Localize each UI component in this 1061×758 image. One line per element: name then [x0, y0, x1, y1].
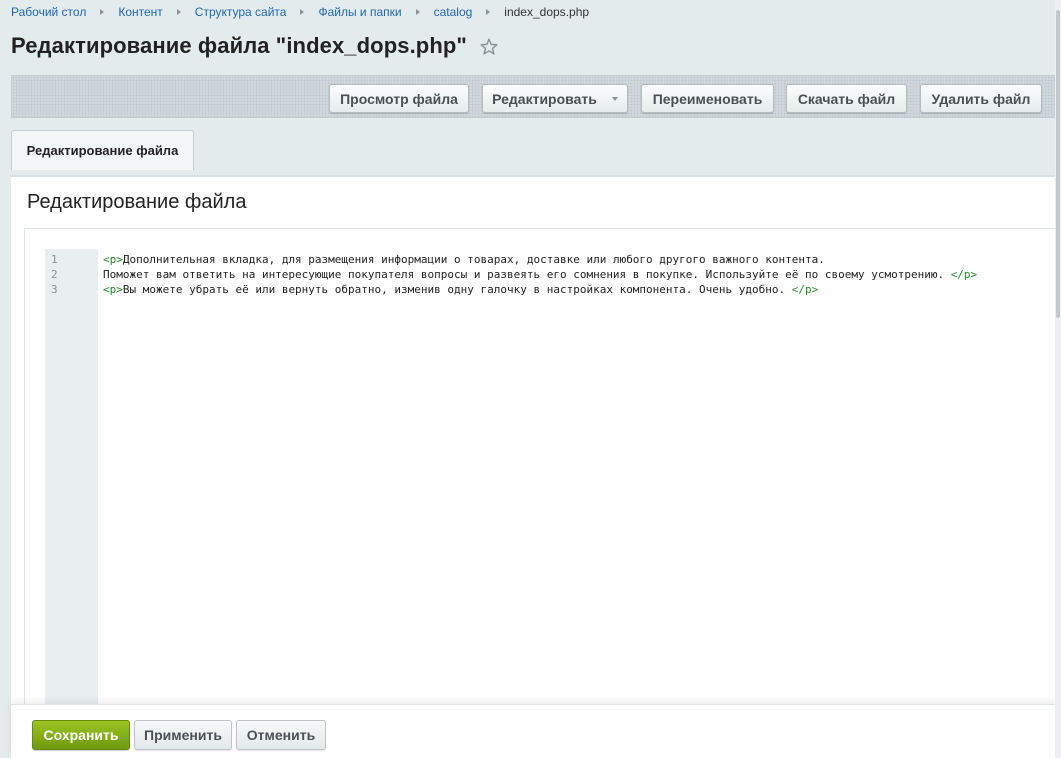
breadcrumb: Рабочий стол Контент Структура сайта Фай… — [11, 5, 589, 19]
view-file-label: Просмотр файла — [340, 90, 458, 107]
code-tag: <p> — [103, 253, 123, 266]
apply-label: Применить — [144, 727, 222, 743]
star-outline-icon[interactable] — [479, 37, 499, 57]
breadcrumb-item-content[interactable]: Контент — [118, 5, 162, 19]
breadcrumb-item-desktop[interactable]: Рабочий стол — [11, 5, 86, 19]
delete-file-button[interactable]: Удалить файл — [920, 84, 1042, 113]
edit-label: Редактировать — [492, 90, 597, 107]
delete-file-label: Удалить файл — [931, 90, 1031, 107]
action-bar: Сохранить Применить Отменить — [11, 704, 1055, 758]
apply-button[interactable]: Применить — [134, 720, 232, 750]
page-root: Рабочий стол Контент Структура сайта Фай… — [0, 0, 1061, 758]
scrollbar-thumb[interactable] — [1056, 10, 1060, 318]
edit-dropdown-button[interactable]: Редактировать — [482, 84, 628, 113]
save-button[interactable]: Сохранить — [32, 720, 130, 750]
tab-label: Редактирование файла — [26, 143, 179, 158]
breadcrumb-item-site-structure[interactable]: Структура сайта — [195, 5, 287, 19]
breadcrumb-separator-icon — [176, 9, 181, 15]
save-label: Сохранить — [43, 727, 119, 743]
breadcrumb-separator-icon — [100, 9, 105, 15]
code-tag: <p> — [103, 283, 123, 296]
view-file-button[interactable]: Просмотр файла — [329, 84, 469, 113]
code-text: Вы можете убрать её или вернуть обратно,… — [122, 283, 792, 296]
chevron-down-icon — [611, 96, 618, 101]
rename-button[interactable]: Переименовать — [641, 84, 774, 113]
code-line: <p>Дополнительная вкладка, для размещени… — [103, 253, 825, 266]
breadcrumb-item-catalog[interactable]: catalog — [434, 5, 473, 19]
code-text: Дополнительная вкладка, для размещения и… — [122, 253, 825, 266]
code-editor[interactable]: 1 2 3 <p>Дополнительная вкладка, для раз… — [24, 229, 1056, 709]
line-number: 2 — [51, 268, 58, 281]
download-file-button[interactable]: Скачать файл — [786, 84, 907, 113]
breadcrumb-separator-icon — [300, 9, 305, 15]
edit-panel: Редактирование файла 1 2 3 <p>Дополнител… — [11, 175, 1056, 758]
code-line: <p>Вы можете убрать её или вернуть обрат… — [103, 283, 818, 296]
breadcrumb-item-files-folders[interactable]: Файлы и папки — [318, 5, 401, 19]
cancel-label: Отменить — [246, 727, 316, 743]
breadcrumb-separator-icon — [415, 9, 420, 15]
panel-title: Редактирование файла — [27, 191, 247, 213]
tab-edit-file[interactable]: Редактирование файла — [11, 130, 194, 170]
line-number: 1 — [51, 253, 58, 266]
code-area[interactable]: <p>Дополнительная вкладка, для размещени… — [103, 249, 1056, 709]
code-text: Поможет вам ответить на интересующие пок… — [103, 268, 951, 281]
toolbar: Просмотр файла Редактировать Переименова… — [11, 75, 1055, 118]
code-line: Поможет вам ответить на интересующие пок… — [103, 268, 977, 281]
breadcrumb-item-current: index_dops.php — [504, 5, 590, 19]
breadcrumb-separator-icon — [486, 9, 491, 15]
code-tag: </p> — [791, 283, 819, 296]
page-title: Редактирование файла "index_dops.php" — [11, 33, 467, 58]
line-number-gutter: 1 2 3 — [45, 249, 98, 709]
cancel-button[interactable]: Отменить — [236, 720, 326, 750]
download-file-label: Скачать файл — [797, 90, 896, 107]
line-number: 3 — [51, 283, 58, 296]
rename-label: Переименовать — [652, 90, 763, 107]
code-tag: </p> — [950, 268, 978, 281]
